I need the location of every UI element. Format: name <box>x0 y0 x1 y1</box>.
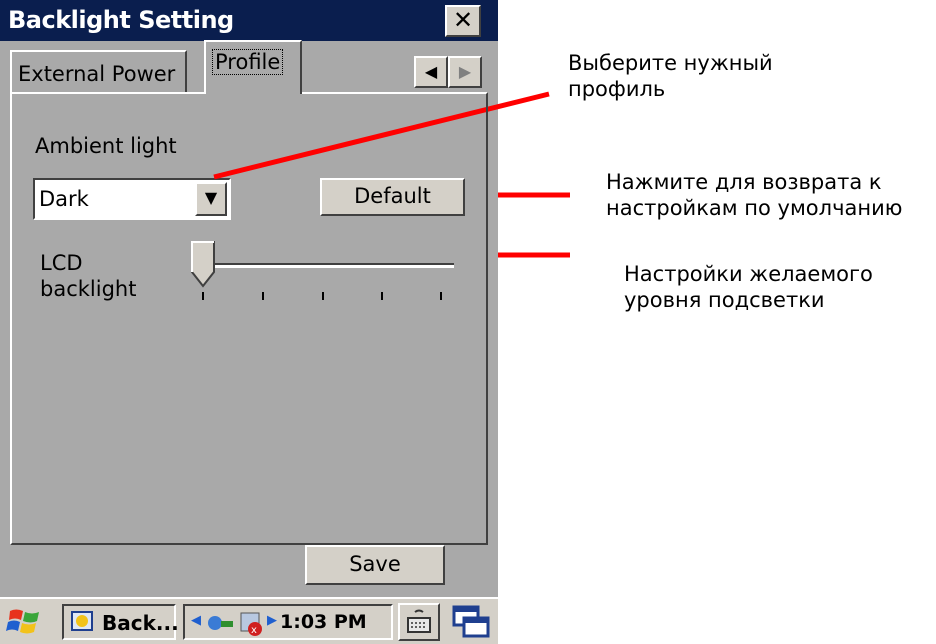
taskbar: Back... ◀ x ▶ 1:03 PM <box>0 597 498 644</box>
annotation-backlight-line2: уровня подсветки <box>624 288 825 312</box>
arrow-right-icon: ▶ <box>458 62 472 81</box>
annotation-default: Нажмите для возврата к настройкам по умо… <box>606 169 902 221</box>
start-icon[interactable] <box>6 605 44 637</box>
keyboard-button[interactable] <box>398 603 440 641</box>
annotation-backlight: Настройки желаемого уровня подсветки <box>624 261 873 313</box>
annotation-profile-line2: профиль <box>568 77 666 101</box>
tab-scroll-left-button[interactable]: ◀ <box>414 56 448 88</box>
tab-external-power-label: External Power <box>18 62 176 86</box>
network-icon[interactable] <box>205 611 235 635</box>
tab-external-power[interactable]: External Power <box>10 50 188 92</box>
tab-profile[interactable]: Profile <box>204 40 302 94</box>
keyboard-icon <box>407 609 431 633</box>
clock[interactable]: 1:03 PM <box>280 611 367 633</box>
title-bar: Backlight Setting ✕ <box>0 0 498 41</box>
svg-text:x: x <box>251 625 257 636</box>
device-screen: Backlight Setting ✕ External Power Profi… <box>0 0 498 644</box>
task-button-label: Back... <box>102 611 179 635</box>
annotation-default-line1: Нажмите для возврата к <box>606 170 882 194</box>
annotation-profile: Выберите нужный профиль <box>568 50 773 102</box>
system-tray: ◀ x ▶ 1:03 PM <box>183 604 393 640</box>
tab-profile-label: Profile <box>211 49 284 75</box>
task-button-backlight[interactable]: Back... <box>62 604 179 640</box>
tab-scroll-right-button[interactable]: ▶ <box>448 56 482 88</box>
close-icon: ✕ <box>452 6 474 34</box>
save-button[interactable]: Save <box>305 545 445 585</box>
switch-window-icon[interactable] <box>448 603 492 641</box>
profile-panel <box>10 92 488 545</box>
close-button[interactable]: ✕ <box>445 5 481 37</box>
annotation-default-line2: настройкам по умолчанию <box>606 196 903 220</box>
annotation-profile-line1: Выберите нужный <box>568 51 773 75</box>
tray-left-arrow-icon[interactable]: ◀ <box>191 613 201 628</box>
tray-right-arrow-icon[interactable]: ▶ <box>267 613 277 628</box>
window-title: Backlight Setting <box>8 6 234 34</box>
app-icon <box>71 611 93 631</box>
annotation-backlight-line1: Настройки желаемого <box>624 262 873 286</box>
arrow-left-icon: ◀ <box>424 62 438 81</box>
sync-error-icon[interactable]: x <box>239 609 265 637</box>
